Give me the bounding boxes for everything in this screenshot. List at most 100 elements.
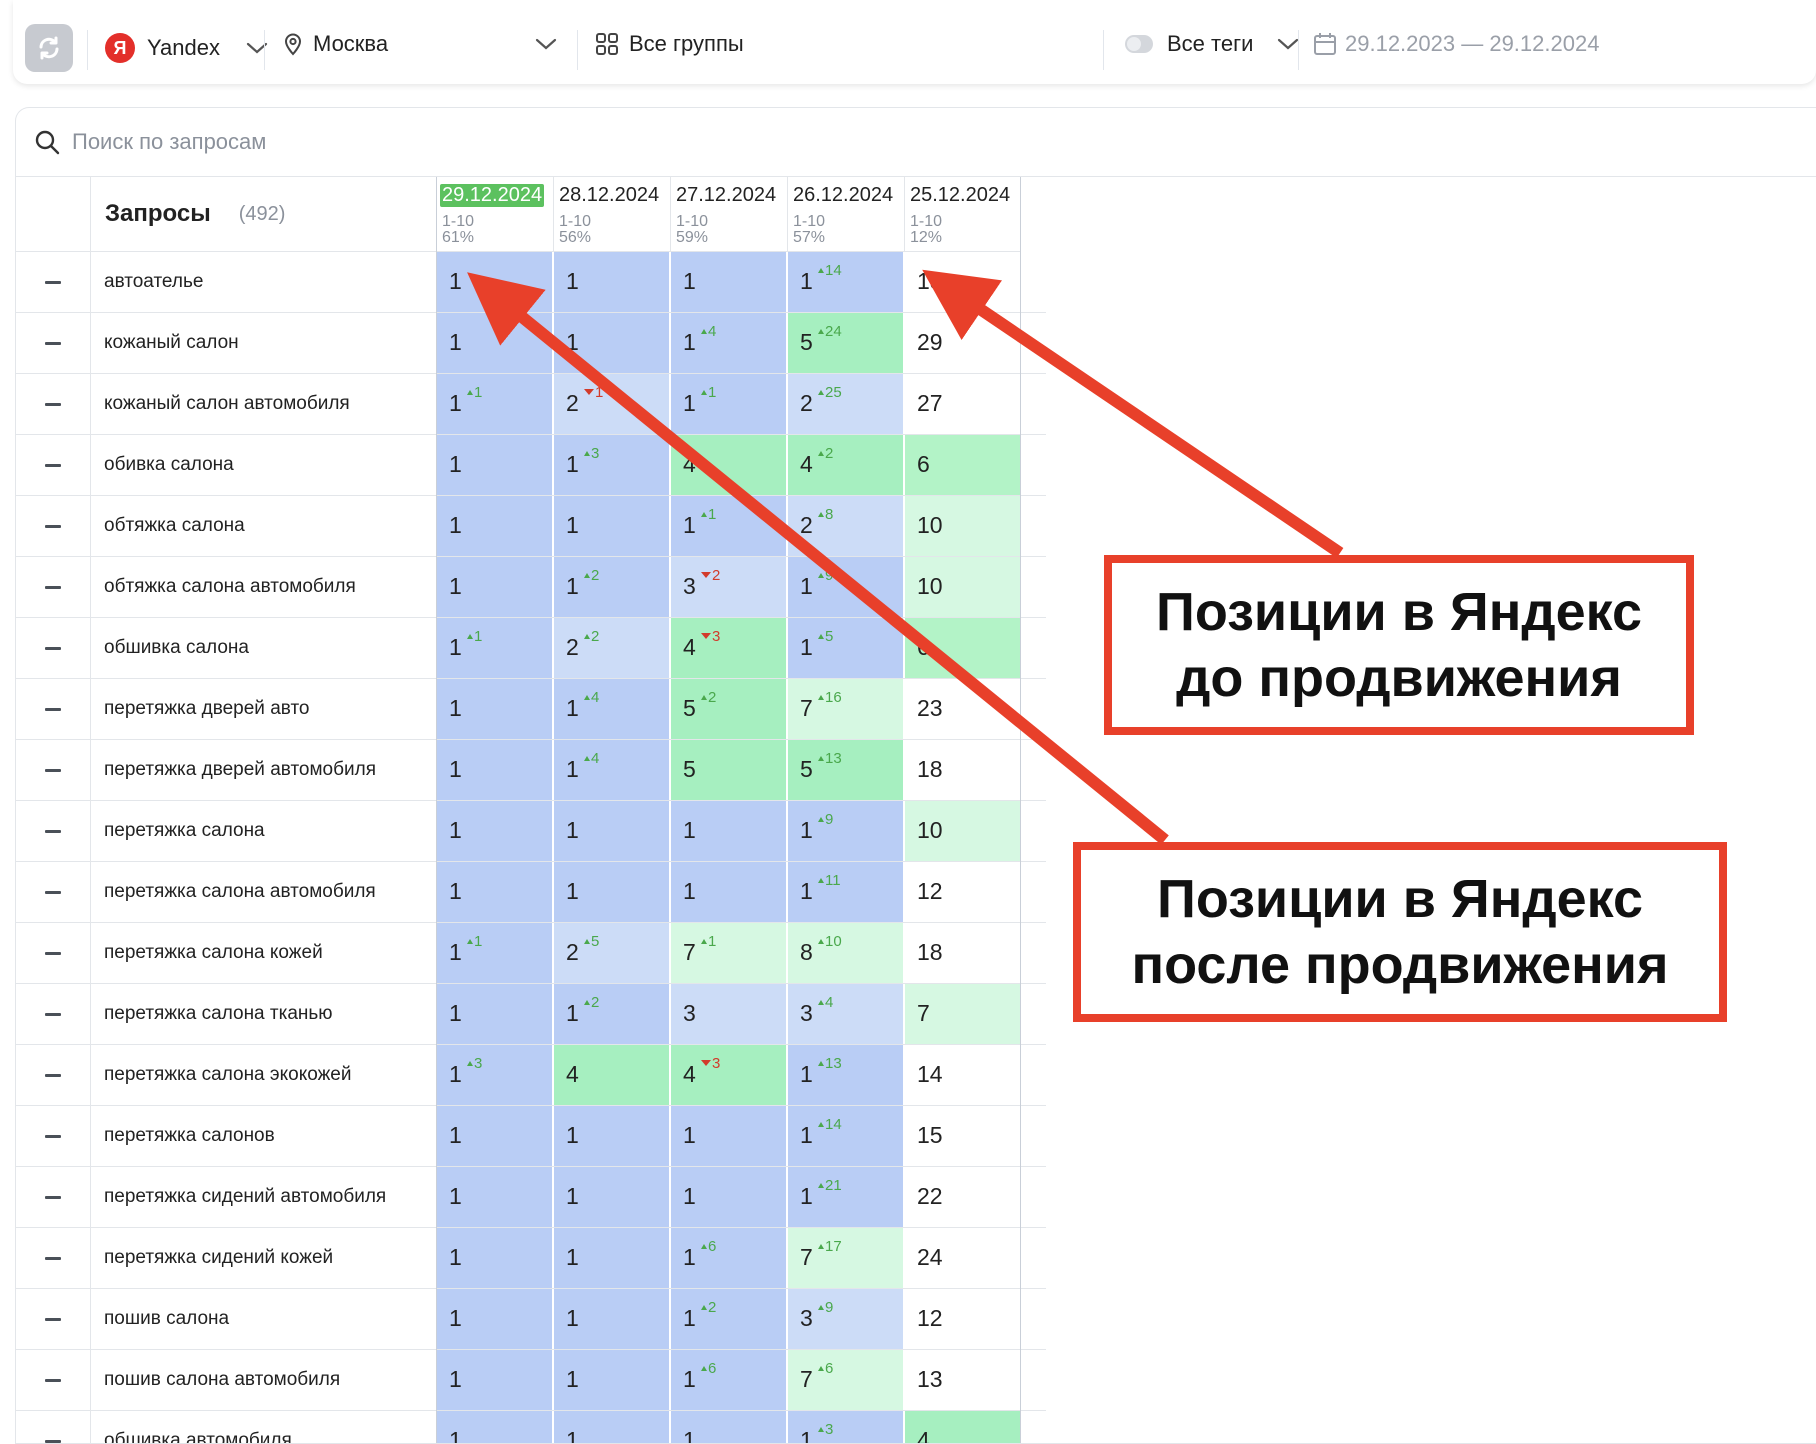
position-cell[interactable]: 19	[787, 557, 903, 617]
table-row[interactable]: перетяжка салона кожей 1 1 2 5 7 1 8 10 18	[16, 923, 1046, 984]
position-cell[interactable]: 4	[904, 1411, 1020, 1443]
position-cell[interactable]: 5 24	[787, 313, 903, 373]
position-cell[interactable]: 12	[553, 984, 669, 1044]
position-cell[interactable]: 11	[436, 618, 552, 678]
position-cell[interactable]: 25	[553, 923, 669, 983]
table-row[interactable]: перетяжка сидений кожей 1 1 1 6 7 17 24	[16, 1228, 1046, 1289]
table-row[interactable]: перетяжка дверей автомобиля 1 1 4 5 5 13 18	[16, 740, 1046, 801]
position-cell[interactable]: 32	[670, 557, 786, 617]
row-toggle[interactable]	[16, 374, 91, 434]
position-cell[interactable]: 43	[670, 1045, 786, 1105]
position-cell[interactable]: 6	[904, 618, 1020, 678]
position-cell[interactable]: 1	[436, 252, 552, 312]
position-cell[interactable]: 39	[787, 1289, 903, 1349]
position-cell[interactable]: 1	[436, 801, 552, 861]
position-cell[interactable]: 13	[904, 1350, 1020, 1410]
position-cell[interactable]: 1	[553, 1106, 669, 1166]
position-cell[interactable]: 3	[670, 984, 786, 1044]
date-column-header[interactable]: 26.12.2024 1-10 57%	[787, 177, 904, 252]
position-cell[interactable]: 1 14	[787, 252, 903, 312]
table-row[interactable]: обтяжка салона 1 1 1 1 2 8 10	[16, 496, 1046, 557]
row-toggle[interactable]	[16, 435, 91, 495]
position-cell[interactable]: 10	[904, 801, 1020, 861]
table-row[interactable]: обивка салона 1 1 3 4 4 2 6	[16, 435, 1046, 496]
position-cell[interactable]: 1	[436, 435, 552, 495]
position-cell[interactable]: 1	[436, 1289, 552, 1349]
position-cell[interactable]: 1	[553, 1289, 669, 1349]
table-row[interactable]: перетяжка сидений автомобиля 1 1 1 1 21 22	[16, 1167, 1046, 1228]
tags-toggle[interactable]	[1125, 35, 1153, 53]
position-cell[interactable]: 11	[670, 496, 786, 556]
position-cell[interactable]: 1	[553, 1411, 669, 1443]
position-cell[interactable]: 1	[436, 496, 552, 556]
position-cell[interactable]: 11	[436, 374, 552, 434]
region-select[interactable]: Москва	[283, 31, 573, 57]
date-column-header[interactable]: 25.12.2024 1-10 12%	[904, 177, 1021, 252]
table-row[interactable]: перетяжка салонов 1 1 1 1 14 15	[16, 1106, 1046, 1167]
position-cell[interactable]: 1	[553, 801, 669, 861]
position-cell[interactable]: 1	[670, 1167, 786, 1227]
position-cell[interactable]: 12	[904, 862, 1020, 922]
position-cell[interactable]: 1	[553, 862, 669, 922]
position-cell[interactable]: 12	[670, 1289, 786, 1349]
date-column-header[interactable]: 27.12.2024 1-10 59%	[670, 177, 787, 252]
row-toggle[interactable]	[16, 1045, 91, 1105]
table-row[interactable]: перетяжка салона экокожей 1 3 4 4 3 1 13 14	[16, 1045, 1046, 1106]
position-cell[interactable]: 28	[787, 496, 903, 556]
position-cell[interactable]: 14	[904, 1045, 1020, 1105]
position-cell[interactable]: 1	[436, 1228, 552, 1288]
position-cell[interactable]: 71	[670, 923, 786, 983]
table-row[interactable]: перетяжка салона 1 1 1 1 9 10	[16, 801, 1046, 862]
position-cell[interactable]: 10	[904, 557, 1020, 617]
table-row[interactable]: обтяжка салона автомобиля 1 1 2 3 2 1 9 10	[16, 557, 1046, 618]
row-toggle[interactable]	[16, 984, 91, 1044]
date-column-header[interactable]: 28.12.2024 1-10 56%	[553, 177, 670, 252]
position-cell[interactable]: 16	[670, 1350, 786, 1410]
position-cell[interactable]: 1 13	[787, 1045, 903, 1105]
row-toggle[interactable]	[16, 313, 91, 373]
table-row[interactable]: автоателье 1 1 1 1 14 15	[16, 252, 1046, 313]
position-cell[interactable]: 16	[670, 1228, 786, 1288]
engine-select[interactable]: Я Yandex	[105, 33, 268, 63]
table-row[interactable]: кожаный салон автомобиля 1 1 2 1 1 1 2 25 27	[16, 374, 1046, 435]
row-toggle[interactable]	[16, 618, 91, 678]
position-cell[interactable]: 29	[904, 313, 1020, 373]
position-cell[interactable]: 1	[553, 496, 669, 556]
position-cell[interactable]: 1 21	[787, 1167, 903, 1227]
row-toggle[interactable]	[16, 862, 91, 922]
position-cell[interactable]: 1	[553, 252, 669, 312]
position-cell[interactable]: 1 14	[787, 1106, 903, 1166]
position-cell[interactable]: 19	[787, 801, 903, 861]
position-cell[interactable]: 15	[904, 1106, 1020, 1166]
position-cell[interactable]: 4	[670, 435, 786, 495]
position-cell[interactable]: 1	[436, 1411, 552, 1443]
position-cell[interactable]: 8 10	[787, 923, 903, 983]
position-cell[interactable]: 6	[904, 435, 1020, 495]
row-toggle[interactable]	[16, 557, 91, 617]
table-row[interactable]: обшивка салона 1 1 2 2 4 3 1 5 6	[16, 618, 1046, 679]
position-cell[interactable]: 24	[904, 1228, 1020, 1288]
table-row[interactable]: перетяжка салона автомобиля 1 1 1 1 11 12	[16, 862, 1046, 923]
position-cell[interactable]: 1	[436, 740, 552, 800]
table-row[interactable]: пошив салона автомобиля 1 1 1 6 7 6 13	[16, 1350, 1046, 1411]
position-cell[interactable]: 10	[904, 496, 1020, 556]
position-cell[interactable]: 23	[904, 679, 1020, 739]
position-cell[interactable]: 14	[670, 313, 786, 373]
position-cell[interactable]: 18	[904, 923, 1020, 983]
row-toggle[interactable]	[16, 740, 91, 800]
date-column-header[interactable]: 29.12.2024 1-10 61%	[436, 177, 553, 252]
row-toggle[interactable]	[16, 1350, 91, 1410]
position-cell[interactable]: 7 17	[787, 1228, 903, 1288]
position-cell[interactable]: 22	[904, 1167, 1020, 1227]
row-toggle[interactable]	[16, 1167, 91, 1227]
position-cell[interactable]: 14	[553, 679, 669, 739]
position-cell[interactable]: 13	[553, 435, 669, 495]
position-cell[interactable]: 1	[670, 1411, 786, 1443]
refresh-button[interactable]	[25, 24, 73, 72]
position-cell[interactable]: 1	[436, 557, 552, 617]
position-cell[interactable]: 14	[553, 740, 669, 800]
position-cell[interactable]: 1 11	[787, 862, 903, 922]
position-cell[interactable]: 1	[436, 1106, 552, 1166]
position-cell[interactable]: 1	[670, 801, 786, 861]
position-cell[interactable]: 11	[436, 923, 552, 983]
